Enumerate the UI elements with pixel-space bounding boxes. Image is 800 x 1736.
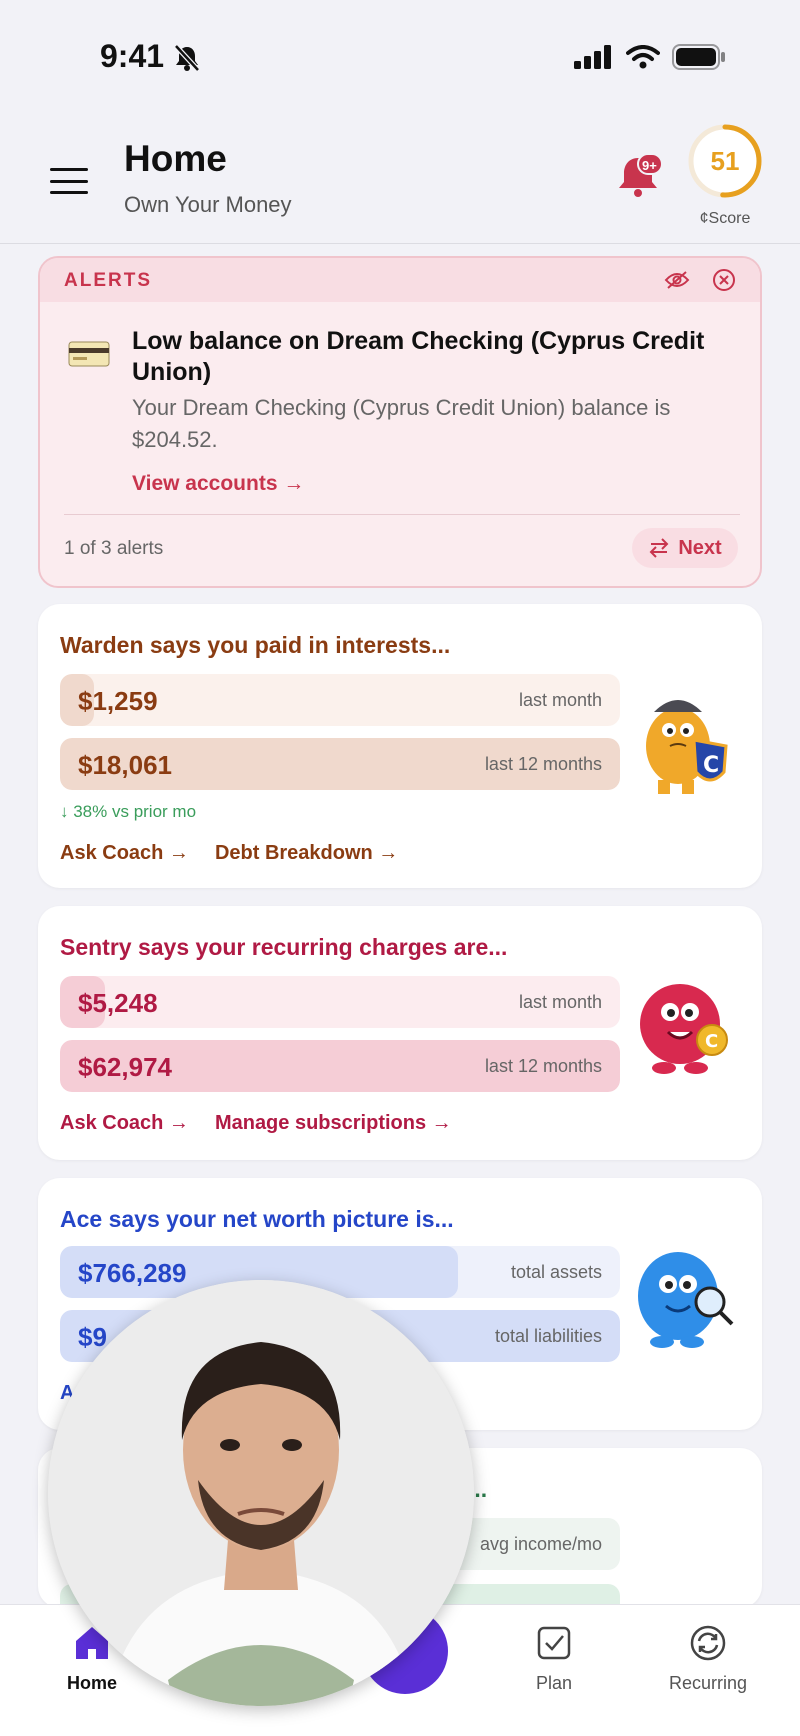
sentry-last-12-months-label: last 12 months [484, 1056, 602, 1076]
alerts-label: ALERTS [64, 270, 152, 291]
credit-card-icon [68, 341, 110, 367]
sentry-last-12-months-row: $62,974 last 12 months [60, 1040, 620, 1092]
presenter-portrait [48, 1280, 474, 1706]
alerts-header: ALERTS [40, 258, 760, 302]
notifications-button[interactable]: 9+ [612, 150, 664, 202]
recurring-icon [690, 1625, 726, 1661]
next-label: Next [678, 536, 722, 559]
sentry-ask-coach-link[interactable]: Ask Coach → [60, 1112, 189, 1135]
sentry-last-12-months-value: $62,974 [78, 1052, 172, 1082]
manage-subscriptions-link[interactable]: Manage subscriptions → [215, 1112, 452, 1135]
status-bar: 9:41 [0, 0, 800, 110]
warden-last-month-label: last month [518, 690, 602, 710]
ace-total-assets-value: $766,289 [78, 1258, 187, 1288]
ace-total-liabilities-label: total liabilities [494, 1326, 602, 1346]
status-icons [574, 44, 726, 70]
alert-title: Low balance on Dream Checking (Cyprus Cr… [132, 327, 705, 386]
sentry-last-month-label: last month [518, 992, 602, 1012]
ace-mascot-icon [638, 1252, 734, 1348]
swap-arrows-icon [649, 538, 669, 558]
warden-delta: ↓ 38% vs prior mo [60, 802, 197, 821]
warden-links: Ask Coach → Debt Breakdown → [60, 842, 398, 865]
alert-body: Your Dream Checking (Cyprus Credit Union… [132, 395, 671, 452]
warden-last-12-months-label: last 12 months [484, 754, 602, 774]
ace-total-assets-row: $766,289 total assets [60, 1246, 620, 1298]
ace-card-title: Ace says your net worth picture is... [60, 1206, 454, 1232]
warden-last-12-months-row: $18,061 last 12 months [60, 738, 620, 790]
close-icon[interactable] [712, 268, 736, 292]
sentry-last-month-row: $5,248 last month [60, 976, 620, 1028]
warden-card-title: Warden says you paid in interests... [60, 632, 451, 658]
alerts-divider [64, 514, 740, 515]
sentry-last-month-value: $5,248 [78, 988, 158, 1018]
warden-ask-coach-link[interactable]: Ask Coach → [60, 842, 189, 865]
battery-icon [672, 44, 725, 70]
wifi-icon [626, 45, 660, 69]
sentry-recurring-card: Sentry says your recurring charges are..… [38, 906, 762, 1160]
bell-slash-icon [174, 44, 200, 72]
app-header: Home Own Your Money 9+ 51 ¢Score [0, 110, 800, 244]
ace-total-liabilities-value: $9 [78, 1322, 107, 1352]
debt-breakdown-link[interactable]: Debt Breakdown → [215, 842, 398, 865]
warden-interest-card: Warden says you paid in interests... $1,… [38, 604, 762, 888]
page-subtitle: Own Your Money [124, 192, 292, 217]
nav-plan-label: Plan [535, 1673, 573, 1693]
alerts-count: 1 of 3 alerts [64, 538, 164, 559]
warden-last-month-row: $1,259 last month [60, 674, 620, 726]
notification-badge: 9+ [642, 158, 657, 173]
svg-text:C: C [703, 753, 719, 778]
score-label: ¢Score [699, 210, 751, 227]
page-title: Home [124, 138, 227, 179]
warden-last-12-months-value: $18,061 [78, 750, 172, 780]
view-accounts-link[interactable]: View accounts → [132, 472, 304, 496]
svg-text:C: C [705, 1031, 718, 1052]
score-value: 51 [710, 146, 740, 176]
nav-home-label: Home [66, 1673, 117, 1693]
score-gauge[interactable]: 51 [686, 122, 764, 200]
warden-last-month-value: $1,259 [78, 686, 158, 716]
nav-plan[interactable]: Plan [494, 1623, 614, 1694]
alerts-card: ALERTS Low balance on Dream Checking (Cy… [38, 256, 762, 588]
sentry-card-title: Sentry says your recurring charges are..… [60, 934, 508, 960]
ace-total-assets-label: total assets [510, 1262, 602, 1282]
checkbox-icon [537, 1626, 571, 1660]
warden-mascot-icon: C [646, 700, 728, 794]
cellular-icon [574, 45, 611, 69]
avg-income-label: avg income/mo [479, 1534, 602, 1554]
nav-recurring[interactable]: Recurring [648, 1623, 768, 1694]
sentry-links: Ask Coach → Manage subscriptions → [60, 1112, 452, 1135]
sentry-mascot-icon: C [640, 984, 728, 1074]
next-alert-button[interactable]: Next [632, 528, 738, 568]
hide-eye-icon[interactable] [664, 270, 690, 290]
nav-recurring-label: Recurring [668, 1673, 748, 1693]
video-overlay[interactable] [48, 1280, 474, 1706]
status-time: 9:41 [100, 38, 165, 74]
hamburger-menu-icon[interactable] [50, 168, 88, 194]
